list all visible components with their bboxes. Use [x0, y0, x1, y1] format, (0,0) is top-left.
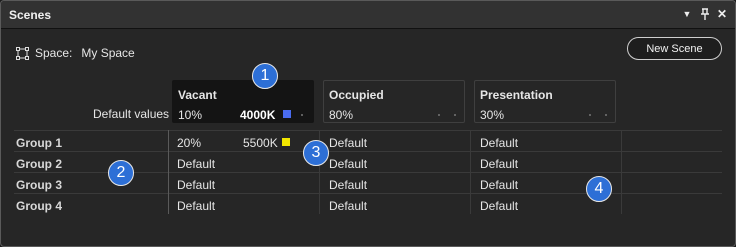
color-swatch[interactable]: [282, 138, 290, 146]
more-dot-icon: [454, 114, 456, 116]
group-label: Group 2: [16, 157, 63, 171]
grid-line: [470, 130, 471, 214]
menu-dropdown-icon[interactable]: ▼: [679, 6, 695, 22]
grid-line: [168, 130, 169, 214]
callout-badge: 1: [252, 63, 278, 89]
more-dot-icon: [605, 114, 607, 116]
group-cell[interactable]: Default: [480, 178, 518, 192]
scene-default-level[interactable]: 30%: [480, 108, 504, 122]
pin-icon[interactable]: [697, 6, 713, 22]
callout-badge: 2: [108, 160, 134, 186]
group-cell[interactable]: Default: [177, 199, 215, 213]
scene-name: Presentation: [480, 88, 553, 102]
space-selector: Space: My Space: [16, 45, 135, 61]
space-name[interactable]: My Space: [81, 46, 134, 60]
callout-badge: 4: [586, 176, 612, 202]
grid-line: [14, 193, 722, 194]
group-cell[interactable]: Default: [329, 136, 367, 150]
group-cell[interactable]: Default: [480, 199, 518, 213]
group-label: Group 3: [16, 178, 63, 192]
callout-badge: 3: [303, 140, 329, 166]
group-cell[interactable]: Default: [329, 157, 367, 171]
group-cell[interactable]: Default: [177, 157, 215, 171]
scene-name: Occupied: [329, 88, 384, 102]
scenes-window: Scenes ▼ ✕ Space: My Space New Scene Def…: [0, 0, 736, 247]
group-cell[interactable]: Default: [480, 157, 518, 171]
default-values-label: Default values: [93, 107, 170, 121]
group-cell[interactable]: Default: [177, 178, 215, 192]
space-icon: [16, 46, 29, 60]
scene-default-level[interactable]: 10%: [178, 108, 202, 122]
new-scene-button[interactable]: New Scene: [627, 37, 722, 60]
group-color-temperature[interactable]: 5500K: [243, 136, 278, 150]
scene-color-temperature[interactable]: 4000K: [240, 108, 275, 122]
scene-card-vacant[interactable]: Vacant 10% 4000K: [172, 80, 314, 123]
group-cell[interactable]: 20%: [177, 136, 201, 150]
group-cell[interactable]: Default: [480, 136, 518, 150]
grid-line: [621, 130, 622, 214]
grid-line: [14, 130, 722, 131]
more-dot-icon: [589, 114, 591, 116]
scene-card-occupied[interactable]: Occupied 80%: [323, 80, 465, 123]
group-label: Group 4: [16, 199, 63, 213]
close-icon[interactable]: ✕: [714, 6, 730, 22]
more-dot-icon: [301, 114, 303, 116]
color-swatch[interactable]: [283, 110, 291, 118]
group-cell[interactable]: Default: [329, 199, 367, 213]
group-cell[interactable]: Default: [329, 178, 367, 192]
scene-default-level[interactable]: 80%: [329, 108, 353, 122]
more-dot-icon: [438, 114, 440, 116]
group-label: Group 1: [16, 136, 63, 150]
title-bar: Scenes ▼ ✕: [1, 1, 735, 29]
scene-card-presentation[interactable]: Presentation 30%: [474, 80, 616, 123]
space-label: Space:: [35, 46, 73, 60]
scene-name: Vacant: [178, 88, 217, 102]
grid-line: [14, 151, 722, 152]
window-title: Scenes: [9, 8, 52, 22]
